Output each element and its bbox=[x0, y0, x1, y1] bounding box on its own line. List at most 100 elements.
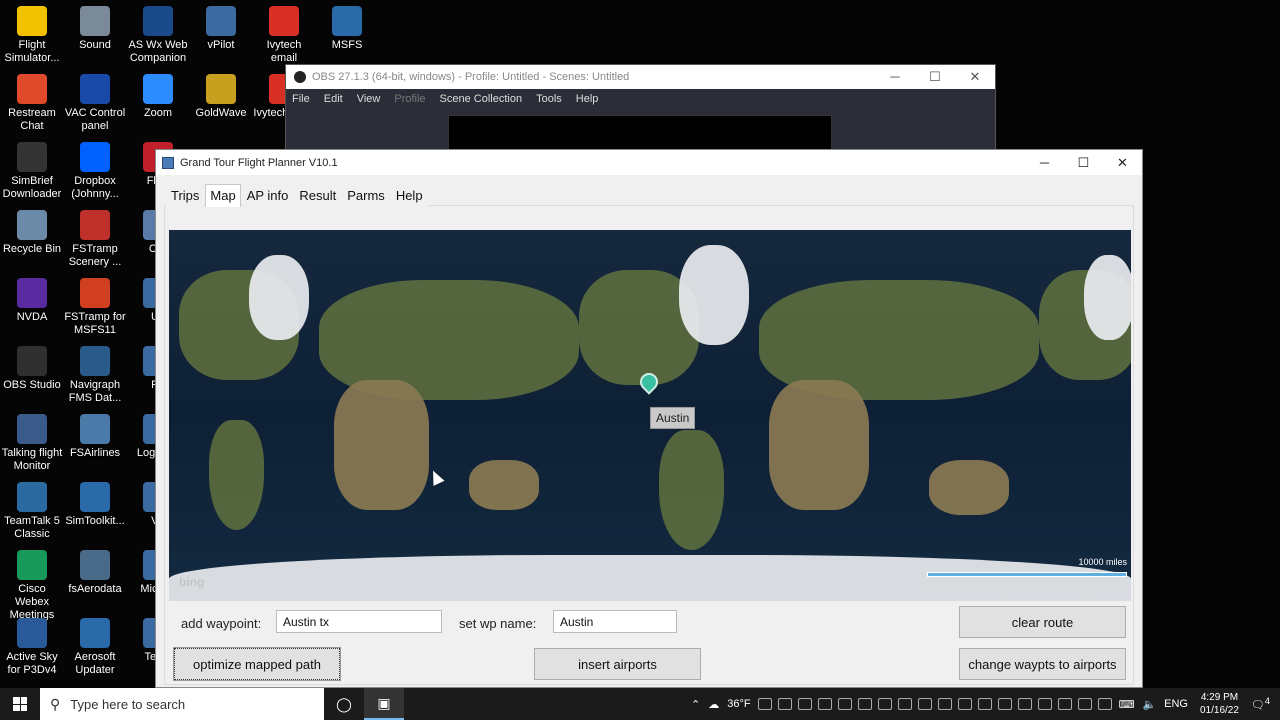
insert-airports-button[interactable]: insert airports bbox=[534, 648, 701, 680]
desktop-icon[interactable]: Talking flight Monitor bbox=[0, 414, 64, 473]
tray-app-icon[interactable] bbox=[777, 698, 792, 710]
close-icon[interactable]: ✕ bbox=[1103, 155, 1142, 171]
desktop-icon[interactable]: SimToolkit... bbox=[63, 482, 127, 528]
tray-app-icon[interactable] bbox=[837, 698, 852, 710]
tray-app-icon[interactable] bbox=[817, 698, 832, 710]
weather-icon[interactable]: ☁ bbox=[708, 698, 719, 711]
desktop-icon[interactable]: fsAerodata bbox=[63, 550, 127, 596]
tray-app-icon[interactable] bbox=[857, 698, 872, 710]
desktop-icon[interactable]: OBS Studio bbox=[0, 346, 64, 392]
temperature[interactable]: 36°F bbox=[727, 698, 750, 710]
desktop-icon[interactable]: Aerosoft Updater bbox=[63, 618, 127, 677]
tray-app-icon[interactable] bbox=[797, 698, 812, 710]
desktop-icon[interactable]: Recycle Bin bbox=[0, 210, 64, 256]
tray-app-icon[interactable] bbox=[1057, 698, 1072, 710]
obs-menu-edit[interactable]: Edit bbox=[324, 93, 343, 105]
desktop-icon[interactable]: VAC Control panel bbox=[63, 74, 127, 133]
desktop-icon[interactable]: FSTramp for MSFS11 bbox=[63, 278, 127, 337]
desktop-icon[interactable]: Ivytech email bbox=[252, 6, 316, 65]
land-greenland-left bbox=[249, 255, 309, 340]
tab-parms[interactable]: Parms bbox=[342, 184, 390, 207]
tray-app-icon[interactable] bbox=[1077, 698, 1092, 710]
tray-app-icon[interactable] bbox=[1037, 698, 1052, 710]
tab-map[interactable]: Map bbox=[205, 184, 241, 207]
desktop-icon[interactable]: TeamTalk 5 Classic bbox=[0, 482, 64, 541]
obs-menu-file[interactable]: File bbox=[292, 93, 310, 105]
obs-title-bar[interactable]: OBS 27.1.3 (64-bit, windows) - Profile: … bbox=[286, 65, 995, 89]
desktop-icon-label: Restream Chat bbox=[8, 107, 56, 132]
optimize-mapped-path-button[interactable]: optimize mapped path bbox=[173, 647, 341, 681]
tab-help[interactable]: Help bbox=[390, 184, 428, 207]
taskbar-search[interactable]: ⚲ Type here to search bbox=[40, 688, 324, 720]
obs-menu-view[interactable]: View bbox=[357, 93, 381, 105]
desktop-icon-label: Recycle Bin bbox=[2, 243, 62, 255]
obs-menu-scene-collection[interactable]: Scene Collection bbox=[440, 93, 523, 105]
desktop-icon[interactable]: Active Sky for P3Dv4 bbox=[0, 618, 64, 677]
network-icon[interactable]: ⌨ bbox=[1119, 698, 1135, 711]
desktop-icon-label: FSTramp for MSFS11 bbox=[64, 311, 126, 336]
desktop-icon[interactable]: FSTramp Scenery ... bbox=[63, 210, 127, 269]
fsaerodata-icon bbox=[80, 550, 110, 580]
desktop-icon[interactable]: Flight Simulator... bbox=[0, 6, 64, 65]
obs-menu-profile[interactable]: Profile bbox=[394, 93, 425, 105]
tray-app-icon[interactable] bbox=[1017, 698, 1032, 710]
desktop-icon-label: Ivytech email bbox=[266, 39, 302, 64]
obs-menu-tools[interactable]: Tools bbox=[536, 93, 562, 105]
tray-app-icon[interactable] bbox=[977, 698, 992, 710]
set-wp-name-label: set wp name: bbox=[459, 616, 537, 631]
volume-icon[interactable]: 🔈 bbox=[1142, 698, 1156, 711]
desktop-icon[interactable]: FSAirlines bbox=[63, 414, 127, 460]
app-title-bar[interactable]: Grand Tour Flight Planner V10.1 ─ ☐ ✕ bbox=[156, 150, 1142, 175]
teamtalk-icon bbox=[17, 482, 47, 512]
flight-planner-taskbar-icon[interactable]: ▣ bbox=[364, 688, 404, 720]
goldwave-icon bbox=[206, 74, 236, 104]
tab-trips[interactable]: Trips bbox=[166, 184, 205, 207]
desktop-icon[interactable]: Restream Chat bbox=[0, 74, 64, 133]
desktop-icon[interactable]: Dropbox (Johnny... bbox=[63, 142, 127, 201]
clear-route-button[interactable]: clear route bbox=[959, 606, 1126, 638]
msfs-icon bbox=[332, 6, 362, 36]
talking-flight-icon bbox=[17, 414, 47, 444]
desktop-icon[interactable]: Sound bbox=[63, 6, 127, 52]
notifications-icon[interactable]: 🗨4 bbox=[1251, 696, 1270, 712]
tray-app-icon[interactable] bbox=[917, 698, 932, 710]
add-waypoint-input[interactable]: Austin tx bbox=[276, 610, 442, 633]
start-button[interactable] bbox=[0, 688, 40, 720]
world-map[interactable]: Austin bing 10000 miles © 2022 Microsoft… bbox=[169, 230, 1131, 601]
minimize-icon[interactable]: ─ bbox=[875, 69, 915, 85]
desktop-icon[interactable]: NVDA bbox=[0, 278, 64, 324]
desktop-icon[interactable]: vPilot bbox=[189, 6, 253, 52]
maximize-icon[interactable]: ☐ bbox=[1064, 155, 1103, 171]
tab-ap-info[interactable]: AP info bbox=[241, 184, 294, 207]
minimize-icon[interactable]: ─ bbox=[1025, 155, 1064, 171]
tray-app-icon[interactable] bbox=[997, 698, 1012, 710]
desktop-icon-label: MSFS bbox=[331, 39, 363, 51]
tray-app-icon[interactable] bbox=[937, 698, 952, 710]
set-wp-name-input[interactable]: Austin bbox=[553, 610, 677, 633]
tray-app-icon[interactable] bbox=[897, 698, 912, 710]
tray-app-icon[interactable] bbox=[877, 698, 892, 710]
tray-app-icon[interactable] bbox=[757, 698, 772, 710]
desktop-icon[interactable]: Zoom bbox=[126, 74, 190, 120]
desktop-icon[interactable]: AS Wx Web Companion bbox=[126, 6, 190, 65]
desktop-icon[interactable]: SimBrief Downloader bbox=[0, 142, 64, 201]
change-waypts-to-airports-button[interactable]: change waypts to airports bbox=[959, 648, 1126, 680]
chevron-up-icon[interactable]: ⌃ bbox=[691, 698, 700, 711]
obs-menu-help[interactable]: Help bbox=[576, 93, 599, 105]
close-icon[interactable]: ✕ bbox=[955, 69, 995, 85]
tray-app-icon[interactable] bbox=[1097, 698, 1112, 710]
clock[interactable]: 4:29 PM 01/16/22 bbox=[1200, 691, 1239, 717]
desktop-icon[interactable]: MSFS bbox=[315, 6, 379, 52]
desktop-icon[interactable]: Navigraph FMS Dat... bbox=[63, 346, 127, 405]
desktop-icon[interactable]: Cisco Webex Meetings bbox=[0, 550, 64, 622]
language-indicator[interactable]: ENG bbox=[1164, 698, 1188, 710]
tab-result[interactable]: Result bbox=[294, 184, 342, 207]
clock-date: 01/16/22 bbox=[1200, 705, 1239, 716]
maximize-icon[interactable]: ☐ bbox=[915, 69, 955, 85]
flight-planner-window[interactable]: Grand Tour Flight Planner V10.1 ─ ☐ ✕ Tr… bbox=[155, 149, 1143, 688]
tray-app-icon[interactable] bbox=[957, 698, 972, 710]
land-africa-left bbox=[334, 380, 429, 510]
fstramp-icon bbox=[80, 210, 110, 240]
desktop-icon[interactable]: GoldWave bbox=[189, 74, 253, 120]
cortana-icon[interactable]: ◯ bbox=[324, 688, 364, 720]
